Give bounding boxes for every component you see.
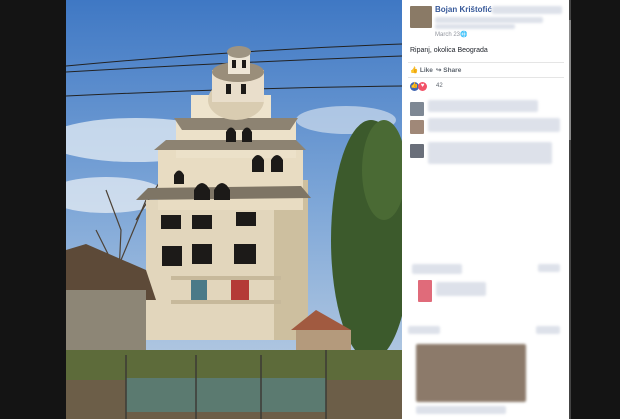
redacted-comment <box>436 282 486 296</box>
post-caption: Ripanj, okolica Beograda <box>410 47 488 54</box>
like-label: Like <box>419 67 433 74</box>
post-detail-panel: Bojan Krištofić March 23 🌐 Ripanj, okoli… <box>402 0 570 419</box>
redacted-comment <box>428 118 560 132</box>
avatar[interactable] <box>418 280 432 302</box>
share-label: Share <box>443 67 462 74</box>
redacted-comment <box>412 264 462 274</box>
tower-house-photo <box>66 0 402 419</box>
comment-image[interactable] <box>416 344 526 402</box>
redacted-header <box>435 24 515 29</box>
redacted-comment <box>428 100 538 112</box>
post-date[interactable]: March 23 <box>435 32 460 38</box>
share-arrow-icon: ↪ <box>436 67 442 74</box>
author-name[interactable]: Bojan Krištofić <box>435 5 492 14</box>
thumbs-up-icon: 👍 <box>410 67 419 74</box>
love-reaction-icon: ♥ <box>418 82 427 91</box>
avatar[interactable] <box>410 144 424 158</box>
post-photo[interactable]: ⤢ <box>66 0 402 419</box>
like-button[interactable]: 👍 Like <box>410 66 433 74</box>
author-avatar[interactable] <box>410 6 432 28</box>
divider <box>408 62 564 63</box>
share-button[interactable]: ↪ Share <box>436 66 461 74</box>
redacted-comment <box>538 264 560 272</box>
scroll-thumb[interactable] <box>569 20 571 140</box>
globe-icon: 🌐 <box>460 32 468 38</box>
redacted-comment <box>408 326 440 334</box>
divider <box>408 77 564 78</box>
redacted-comment <box>536 326 560 334</box>
redacted-comment <box>416 406 506 414</box>
scrollbar[interactable] <box>569 0 571 419</box>
avatar[interactable] <box>410 120 424 134</box>
reaction-count: 42 <box>436 83 443 89</box>
comments-list <box>402 96 570 419</box>
redacted-header <box>435 17 543 23</box>
avatar[interactable] <box>410 102 424 116</box>
redacted-comment <box>428 142 552 164</box>
redacted-header <box>492 6 562 14</box>
